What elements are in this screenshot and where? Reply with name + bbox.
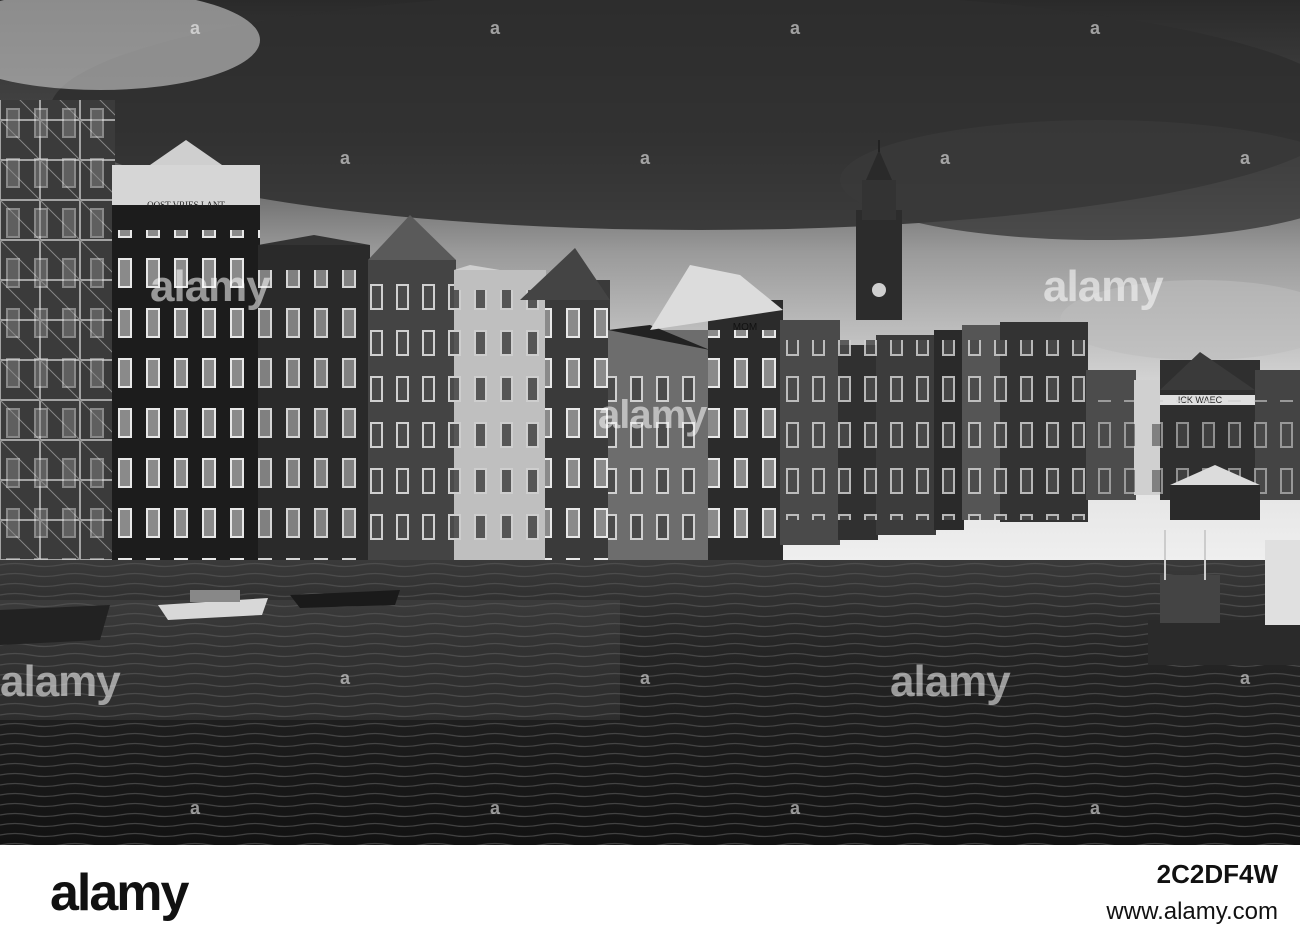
svg-text:MOM: MOM xyxy=(733,322,757,333)
watermark-text: alamy xyxy=(150,262,271,311)
distant-houses: ICK WAEC xyxy=(1086,352,1300,520)
canal-houses-row xyxy=(780,320,1088,545)
scaffolded-building xyxy=(0,100,115,600)
watermark-mark: a xyxy=(490,798,501,818)
watermark-text: alamy xyxy=(890,657,1011,706)
watermark-text: alamy xyxy=(1043,262,1164,311)
watermark-text: alamy xyxy=(0,657,121,706)
watermark-mark: a xyxy=(190,798,201,818)
watermark-mark: a xyxy=(640,668,651,688)
footer-bar: alamy 2C2DF4W www.alamy.com xyxy=(0,845,1300,933)
canal-house xyxy=(368,215,456,590)
watermark-mark: a xyxy=(940,148,951,168)
watermark-mark: a xyxy=(340,148,351,168)
watermark-mark: a xyxy=(1240,668,1251,688)
canal-house-light xyxy=(454,265,546,585)
image-id: 2C2DF4W xyxy=(1156,859,1278,889)
watermark-mark: a xyxy=(490,18,501,38)
watermark-text: alamy xyxy=(598,393,707,437)
watermark-mark: a xyxy=(1240,148,1251,168)
alamy-logo: alamy xyxy=(50,864,189,922)
building-oost-vries-lant: OOST VRIES LANT xyxy=(112,140,260,600)
boat xyxy=(0,605,110,645)
watermark-mark: a xyxy=(640,148,651,168)
watermark-mark: a xyxy=(1090,18,1101,38)
watermark-mark: a xyxy=(790,798,801,818)
watermark-mark: a xyxy=(1090,798,1101,818)
watermark-mark: a xyxy=(340,668,351,688)
canal-house-grey xyxy=(608,325,710,575)
image-meta: 2C2DF4W www.alamy.com xyxy=(1106,859,1278,926)
site-url: www.alamy.com xyxy=(1106,898,1278,925)
canal-house xyxy=(258,235,370,600)
watermark-mark: a xyxy=(190,18,201,38)
svg-text:OOST VRIES LANT: OOST VRIES LANT xyxy=(147,200,225,210)
watermark-mark: a xyxy=(790,18,801,38)
